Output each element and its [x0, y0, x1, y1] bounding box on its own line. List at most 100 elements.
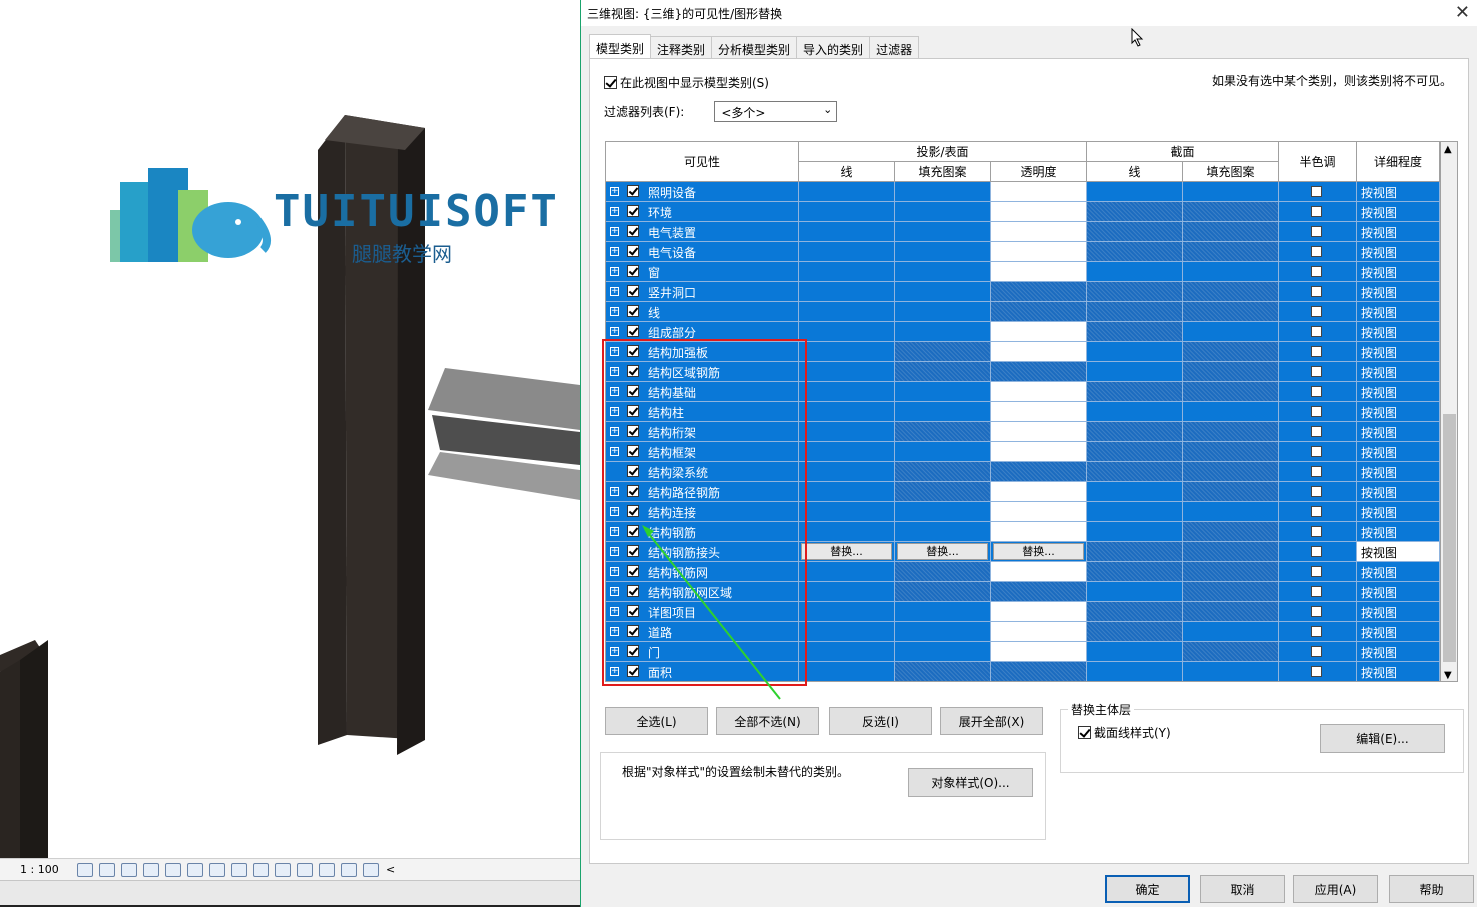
detail-level-cell[interactable]: 按视图: [1357, 542, 1440, 562]
override-cell-line[interactable]: [799, 282, 895, 302]
override-cell-sline[interactable]: [1087, 202, 1183, 222]
visibility-checkbox[interactable]: [627, 265, 639, 277]
close-icon[interactable]: ✕: [1455, 2, 1470, 23]
expand-icon[interactable]: +: [610, 287, 619, 296]
highlight-displacement-icon[interactable]: [341, 862, 357, 877]
override-cell-trans[interactable]: [991, 302, 1087, 322]
override-cell-trans[interactable]: [991, 422, 1087, 442]
override-cell-sfill[interactable]: [1183, 422, 1279, 442]
override-cell-sline[interactable]: [1087, 302, 1183, 322]
halftone-cell[interactable]: [1279, 402, 1357, 422]
halftone-cell[interactable]: [1279, 622, 1357, 642]
halftone-cell[interactable]: [1279, 242, 1357, 262]
override-cell-trans[interactable]: [991, 242, 1087, 262]
detail-level-cell[interactable]: 按视图: [1357, 302, 1440, 322]
analytical-model-icon[interactable]: [319, 862, 335, 877]
temporary-hide-icon[interactable]: [253, 862, 269, 877]
category-name-cell[interactable]: + 电气装置: [606, 222, 799, 242]
category-row[interactable]: + 窗 按视图: [606, 262, 1440, 282]
override-cell-sline[interactable]: [1087, 182, 1183, 202]
override-cell-fill[interactable]: [895, 502, 991, 522]
override-cell-sline[interactable]: [1087, 262, 1183, 282]
halftone-cell[interactable]: [1279, 482, 1357, 502]
category-name-cell[interactable]: + 窗: [606, 262, 799, 282]
detail-level-cell[interactable]: 按视图: [1357, 522, 1440, 542]
halftone-cell[interactable]: [1279, 182, 1357, 202]
override-cell-sline[interactable]: [1087, 242, 1183, 262]
halftone-cell[interactable]: [1279, 442, 1357, 462]
halftone-cell[interactable]: [1279, 522, 1357, 542]
override-cell-line[interactable]: [799, 362, 895, 382]
visibility-checkbox[interactable]: [627, 305, 639, 317]
help-button[interactable]: 帮助: [1389, 875, 1474, 903]
halftone-checkbox[interactable]: [1311, 666, 1322, 677]
detail-level-cell[interactable]: 按视图: [1357, 262, 1440, 282]
detail-level-cell[interactable]: 按视图: [1357, 322, 1440, 342]
halftone-cell[interactable]: [1279, 342, 1357, 362]
override-cell-line[interactable]: [799, 262, 895, 282]
halftone-cell[interactable]: [1279, 542, 1357, 562]
category-row[interactable]: + 竖井洞口 按视图: [606, 282, 1440, 302]
override-cell-sline[interactable]: [1087, 222, 1183, 242]
detail-level-cell[interactable]: 按视图: [1357, 602, 1440, 622]
override-cell-fill[interactable]: [895, 642, 991, 662]
halftone-checkbox[interactable]: [1311, 586, 1322, 597]
crop-view-icon[interactable]: [187, 862, 203, 877]
tab-model-categories[interactable]: 模型类别: [589, 34, 652, 58]
category-name-cell[interactable]: + 竖井洞口: [606, 282, 799, 302]
override-cell-fill[interactable]: [895, 362, 991, 382]
halftone-checkbox[interactable]: [1311, 546, 1322, 557]
halftone-checkbox[interactable]: [1311, 426, 1322, 437]
override-cell-sline[interactable]: [1087, 502, 1183, 522]
category-row[interactable]: + 电气设备 按视图: [606, 242, 1440, 262]
halftone-checkbox[interactable]: [1311, 406, 1322, 417]
halftone-cell[interactable]: [1279, 382, 1357, 402]
visibility-checkbox[interactable]: [627, 245, 639, 257]
halftone-cell[interactable]: [1279, 582, 1357, 602]
override-cell-sline[interactable]: [1087, 622, 1183, 642]
visibility-checkbox[interactable]: [627, 205, 639, 217]
override-cell-trans[interactable]: [991, 582, 1087, 602]
override-cell-fill[interactable]: [895, 582, 991, 602]
override-cell-sfill[interactable]: [1183, 482, 1279, 502]
halftone-checkbox[interactable]: [1311, 646, 1322, 657]
detail-level-cell[interactable]: 按视图: [1357, 642, 1440, 662]
detail-level-cell[interactable]: 按视图: [1357, 242, 1440, 262]
halftone-checkbox[interactable]: [1311, 526, 1322, 537]
show-model-categories-checkbox[interactable]: [604, 76, 617, 89]
override-cell-line[interactable]: [799, 642, 895, 662]
override-cell-trans[interactable]: [991, 262, 1087, 282]
override-cell-fill[interactable]: [895, 482, 991, 502]
select-none-button[interactable]: 全部不选(N): [716, 707, 819, 735]
halftone-checkbox[interactable]: [1311, 226, 1322, 237]
category-name-cell[interactable]: + 照明设备: [606, 182, 799, 202]
override-cell-sline[interactable]: [1087, 462, 1183, 482]
halftone-cell[interactable]: [1279, 362, 1357, 382]
override-cell-sfill[interactable]: [1183, 522, 1279, 542]
override-cell-line[interactable]: 替换...: [799, 542, 895, 562]
view-scale[interactable]: 1 : 100: [20, 863, 74, 876]
override-cell-line[interactable]: [799, 302, 895, 322]
halftone-checkbox[interactable]: [1311, 506, 1322, 517]
override-cell-sfill[interactable]: [1183, 302, 1279, 322]
filter-list-select[interactable]: <多个> ⌄: [714, 101, 838, 122]
halftone-checkbox[interactable]: [1311, 486, 1322, 497]
override-cell-sfill[interactable]: [1183, 322, 1279, 342]
expand-icon[interactable]: +: [610, 267, 619, 276]
halftone-cell[interactable]: [1279, 662, 1357, 681]
override-cell-sfill[interactable]: [1183, 502, 1279, 522]
detail-level-cell[interactable]: 按视图: [1357, 202, 1440, 222]
override-cell-fill[interactable]: [895, 602, 991, 622]
override-cell-fill[interactable]: [895, 402, 991, 422]
override-cell-sfill[interactable]: [1183, 222, 1279, 242]
expand-all-button[interactable]: 展开全部(X): [940, 707, 1043, 735]
override-cell-fill[interactable]: 替换...: [895, 542, 991, 562]
override-cell-trans[interactable]: 替换...: [991, 542, 1087, 562]
detail-level-icon[interactable]: [77, 862, 93, 877]
override-cell-trans[interactable]: [991, 562, 1087, 582]
halftone-checkbox[interactable]: [1311, 206, 1322, 217]
halftone-checkbox[interactable]: [1311, 306, 1322, 317]
worksharing-icon[interactable]: [297, 862, 313, 877]
override-cell-sline[interactable]: [1087, 402, 1183, 422]
override-cell-sline[interactable]: [1087, 382, 1183, 402]
